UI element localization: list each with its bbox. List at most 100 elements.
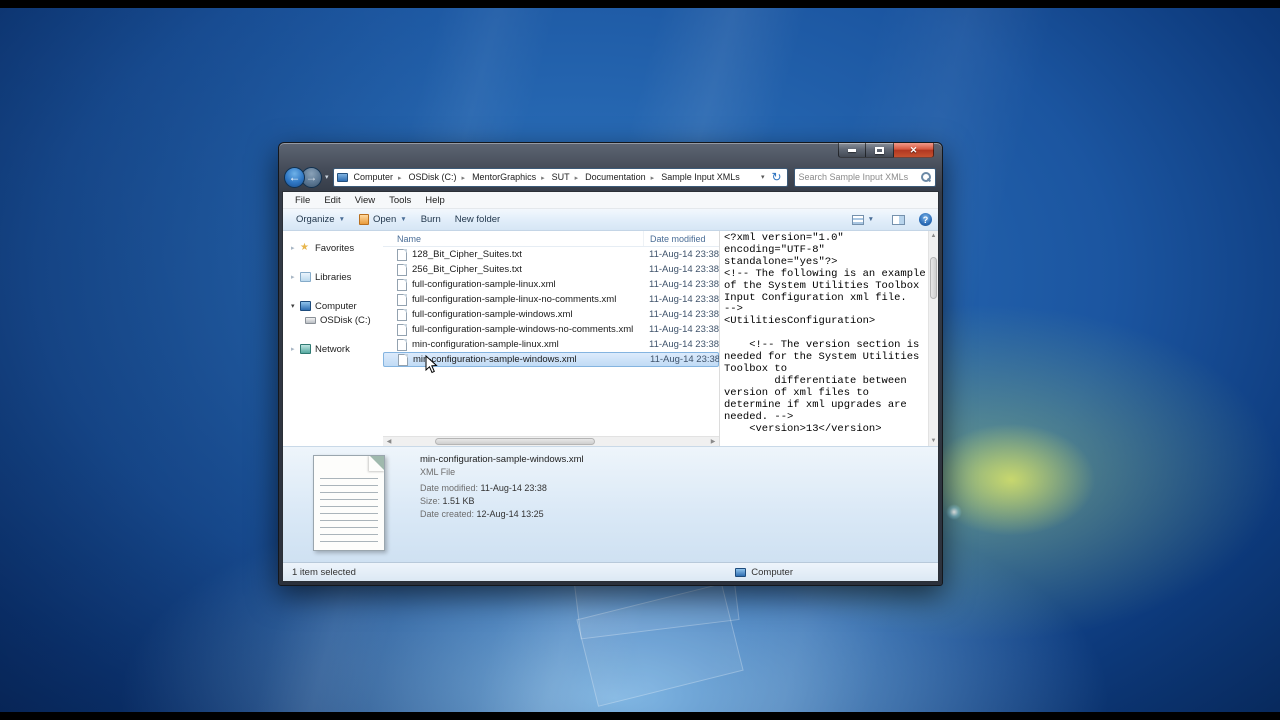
file-rows: 128_Bit_Cipher_Suites.txt 11-Aug-14 23:3…: [383, 247, 719, 446]
sidebar-item-computer[interactable]: ▾ Computer: [283, 299, 383, 313]
sidebar-item-osdisk[interactable]: OSDisk (C:): [283, 313, 383, 327]
menu-view[interactable]: View: [348, 194, 382, 207]
scrollbar-thumb[interactable]: [435, 438, 595, 445]
details-date-created: Date created: 12-Aug-14 13:25: [420, 509, 584, 519]
close-icon: [910, 145, 918, 156]
details-value: 11-Aug-14 23:38: [480, 483, 547, 493]
maximize-button[interactable]: [866, 143, 894, 158]
computer-icon: [300, 301, 311, 311]
column-header-date-modified[interactable]: Date modified: [643, 231, 719, 246]
command-toolbar: Organize ▼ Open ▼ Burn New folder ▼ ?: [283, 209, 938, 231]
menu-tools[interactable]: Tools: [382, 194, 418, 207]
organize-button[interactable]: Organize ▼: [289, 212, 352, 227]
sidebar-label: Computer: [315, 300, 357, 312]
file-name: 256_Bit_Cipher_Suites.txt: [412, 264, 522, 275]
new-folder-button[interactable]: New folder: [448, 212, 507, 227]
status-bar: 1 item selected Computer: [283, 562, 938, 581]
refresh-icon[interactable]: ↻: [768, 170, 784, 184]
file-date: 11-Aug-14 23:38: [649, 309, 719, 320]
caption-buttons: [838, 143, 934, 158]
open-file-icon: [359, 214, 369, 225]
drive-icon: [305, 316, 316, 324]
preview-pane-toggle-icon[interactable]: [892, 214, 905, 225]
back-button[interactable]: ←: [284, 166, 305, 188]
libraries-icon: [300, 272, 311, 282]
scrollbar-track[interactable]: [395, 437, 707, 446]
breadcrumb-item-sample-input-xmls[interactable]: Sample Input XMLs: [659, 171, 742, 183]
new-folder-label: New folder: [454, 214, 501, 225]
chevron-down-icon[interactable]: ▼: [868, 216, 874, 223]
chevron-down-icon[interactable]: ▾: [291, 302, 300, 310]
open-label: Open: [373, 214, 397, 225]
chevron-right-icon[interactable]: ▸: [291, 273, 300, 281]
scroll-left-icon[interactable]: ◀: [383, 438, 395, 445]
breadcrumb-item-computer[interactable]: Computer: [352, 171, 407, 183]
details-pane: min-configuration-sample-windows.xml XML…: [283, 446, 938, 562]
file-row[interactable]: full-configuration-sample-linux.xml 11-A…: [383, 277, 719, 292]
file-row[interactable]: full-configuration-sample-windows.xml 11…: [383, 307, 719, 322]
chevron-right-icon[interactable]: ▸: [291, 244, 300, 252]
minimize-icon: [848, 148, 856, 152]
scrollbar-thumb[interactable]: [930, 257, 937, 299]
organize-label: Organize: [296, 214, 335, 225]
open-button[interactable]: Open ▼: [352, 212, 414, 227]
address-bar[interactable]: Computer OSDisk (C:) MentorGraphics SUT …: [332, 167, 788, 187]
minimize-button[interactable]: [838, 143, 866, 158]
file-name: full-configuration-sample-linux-no-comme…: [412, 294, 617, 305]
history-dropdown-icon[interactable]: ▾: [325, 173, 329, 181]
menu-file[interactable]: File: [288, 194, 317, 207]
file-row[interactable]: min-configuration-sample-linux.xml 11-Au…: [383, 337, 719, 352]
scroll-up-icon[interactable]: ▲: [929, 231, 938, 241]
breadcrumb-item-sut[interactable]: SUT: [550, 171, 584, 183]
details-label: Size:: [420, 496, 441, 506]
file-icon: [397, 293, 407, 306]
horizontal-scrollbar[interactable]: ◀ ▶: [383, 436, 719, 446]
sidebar-label: OSDisk (C:): [320, 314, 371, 326]
breadcrumb-item-mentorgraphics[interactable]: MentorGraphics: [470, 171, 550, 183]
sidebar-label: Libraries: [315, 271, 352, 283]
menu-help[interactable]: Help: [418, 194, 452, 207]
search-input[interactable]: [798, 172, 919, 182]
burn-button[interactable]: Burn: [414, 212, 448, 227]
change-view-icon[interactable]: [851, 214, 864, 225]
window-body: File Edit View Tools Help Organize ▼ Ope…: [282, 191, 939, 582]
details-filetype: XML File: [420, 467, 456, 477]
breadcrumb-item-osdisk[interactable]: OSDisk (C:): [407, 171, 471, 183]
chevron-right-icon[interactable]: ▸: [291, 345, 300, 353]
file-row[interactable]: 128_Bit_Cipher_Suites.txt 11-Aug-14 23:3…: [383, 247, 719, 262]
chevron-down-icon: ▼: [338, 216, 345, 223]
help-icon[interactable]: [919, 213, 932, 226]
file-row[interactable]: full-configuration-sample-windows-no-com…: [383, 322, 719, 337]
details-filename: min-configuration-sample-windows.xml: [420, 454, 584, 465]
file-name: full-configuration-sample-windows-no-com…: [412, 324, 634, 335]
sidebar-label: Favorites: [315, 242, 355, 254]
sidebar-item-network[interactable]: ▸ Network: [283, 342, 383, 356]
favorites-star-icon: [300, 243, 311, 253]
navigation-pane: ▸ Favorites ▸ Libraries ▾ Compute: [283, 231, 383, 446]
file-row[interactable]: full-configuration-sample-linux-no-comme…: [383, 292, 719, 307]
file-name: min-configuration-sample-linux.xml: [412, 339, 559, 350]
sidebar-item-favorites[interactable]: ▸ Favorites: [283, 241, 383, 255]
details-date-modified: Date modified: 11-Aug-14 23:38: [420, 483, 584, 493]
forward-icon: →: [305, 170, 318, 184]
file-icon: [397, 338, 407, 351]
toolbar-right-group: ▼: [851, 213, 932, 226]
column-headers: Name Date modified: [383, 231, 719, 247]
menu-bar: File Edit View Tools Help: [283, 192, 938, 209]
address-dropdown-icon[interactable]: ▾: [757, 173, 769, 181]
menu-edit[interactable]: Edit: [317, 194, 347, 207]
back-icon: ←: [288, 170, 301, 184]
breadcrumb-item-documentation[interactable]: Documentation: [583, 171, 659, 183]
scroll-right-icon[interactable]: ▶: [707, 438, 719, 445]
scroll-down-icon[interactable]: ▼: [929, 436, 938, 446]
network-icon: [300, 344, 311, 354]
close-button[interactable]: [894, 143, 934, 158]
title-bar[interactable]: [279, 143, 942, 165]
sidebar-item-libraries[interactable]: ▸ Libraries: [283, 270, 383, 284]
file-row[interactable]: 256_Bit_Cipher_Suites.txt 11-Aug-14 23:3…: [383, 262, 719, 277]
preview-text: <?xml version="1.0" encoding="UTF-8" sta…: [724, 232, 926, 435]
file-name: full-configuration-sample-windows.xml: [412, 309, 573, 320]
vertical-scrollbar[interactable]: ▲ ▼: [928, 231, 938, 446]
column-header-name[interactable]: Name: [383, 231, 643, 246]
details-text: min-configuration-sample-windows.xml XML…: [420, 454, 584, 522]
